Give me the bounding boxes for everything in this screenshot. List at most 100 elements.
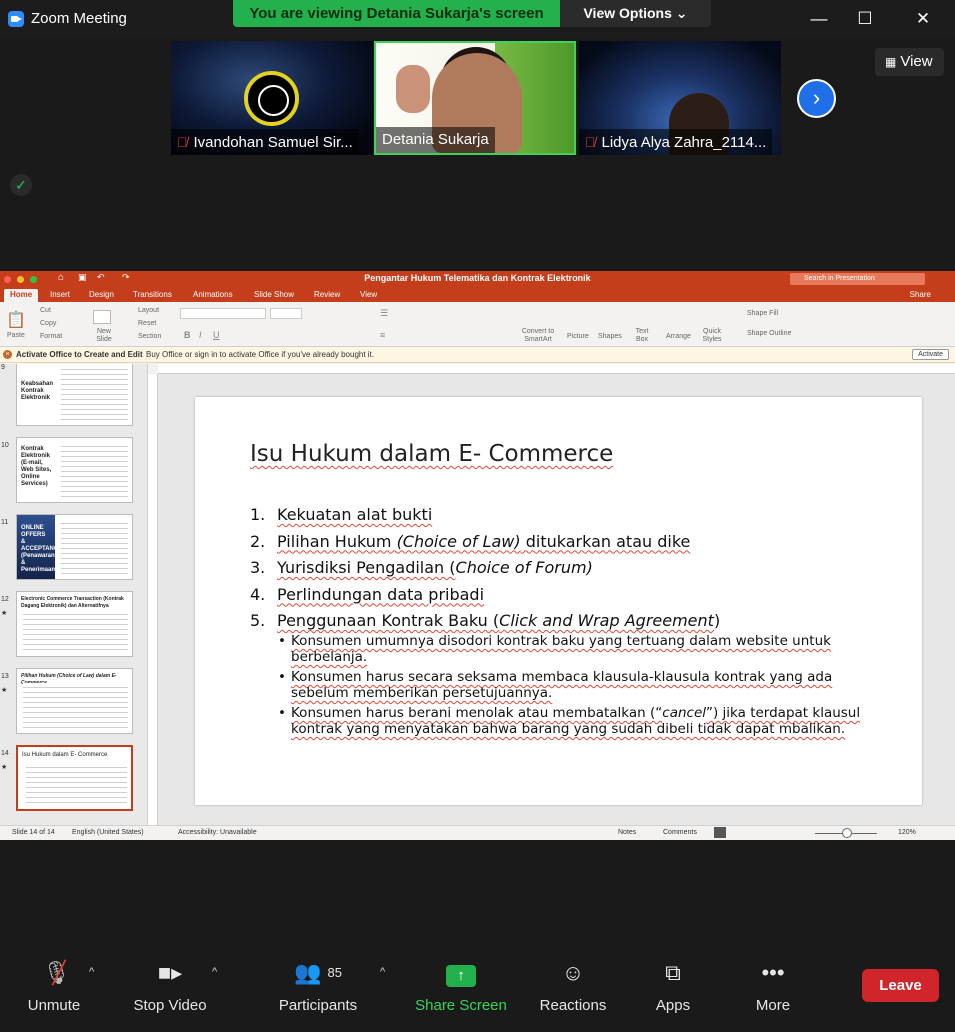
shape-outline-button[interactable]: Shape Outline <box>747 330 791 337</box>
quick-styles-button[interactable]: Quick Styles <box>700 328 724 344</box>
unmute-button[interactable]: 🎙╱ Unmute <box>24 958 84 1014</box>
font-family-select[interactable] <box>180 308 266 319</box>
list-item: 3. Yurisdiksi Pengadilan (Choice of Forum… <box>250 558 890 585</box>
ribbon-home: 📋 Paste Cut Copy Format New Slide Layout… <box>0 302 955 347</box>
star-icon: ★ <box>1 610 8 617</box>
close-icon[interactable]: × <box>3 350 12 359</box>
accessibility-status[interactable]: Accessibility: Unavailable <box>178 826 257 840</box>
align-left-icon[interactable]: ≡ <box>380 330 385 340</box>
share-screen-label: Share Screen <box>415 997 507 1014</box>
participants-button[interactable]: 👥 85 Participants <box>276 958 360 1014</box>
view-options-button[interactable]: View Options ⌄ <box>560 0 711 27</box>
next-page-button[interactable]: › <box>797 79 836 118</box>
list-text-italic: Choice of Forum) <box>455 558 593 577</box>
activate-button[interactable]: Activate <box>912 349 949 360</box>
slide-thumbnail-selected[interactable]: Isu Hukum dalam E- Commerce <box>16 745 133 811</box>
more-button[interactable]: ••• More <box>748 958 798 1014</box>
font-size-select[interactable] <box>270 308 302 319</box>
text-box-button[interactable]: Text Box <box>634 328 650 344</box>
copy-button[interactable]: Copy <box>40 320 56 327</box>
security-shield-icon[interactable]: ✓ <box>10 174 32 196</box>
title-bar: Zoom Meeting You are viewing Detania Suk… <box>0 0 955 38</box>
slide-thumbnail[interactable]: Keabsahan Kontrak Elektronik <box>16 364 133 426</box>
participants-options-chevron-icon[interactable]: ^ <box>380 966 385 978</box>
thumbnail-title: Keabsahan Kontrak Elektronik <box>21 381 54 401</box>
thumbnail-number: 12 <box>1 596 9 603</box>
view-button[interactable]: ▦ View <box>875 48 944 76</box>
participant-tile-active-speaker[interactable]: Detania Sukarja <box>374 41 576 155</box>
participant-tile[interactable]: 🎙̸ Lidya Alya Zahra_2114... <box>579 41 781 155</box>
picture-button[interactable]: Picture <box>567 333 589 340</box>
participant-name-label: 🎙̸ Ivandohan Samuel Sir... <box>171 129 359 155</box>
shape-fill-button[interactable]: Shape Fill <box>747 310 778 317</box>
tab-review[interactable]: Review <box>314 290 340 299</box>
stop-video-button[interactable]: ■▸ Stop Video <box>130 958 210 1014</box>
list-text-italic: Click and Wrap Agreement <box>499 611 714 630</box>
audio-options-chevron-icon[interactable]: ^ <box>89 966 94 978</box>
new-slide-icon[interactable] <box>93 310 111 324</box>
slide[interactable]: Isu Hukum dalam E- Commerce 1. Kekuatan a… <box>195 397 922 805</box>
section-button[interactable]: Section <box>138 333 161 340</box>
format-painter-button[interactable]: Format <box>40 333 62 340</box>
tab-home[interactable]: Home <box>4 289 39 302</box>
close-icon[interactable]: ✕ <box>912 8 934 30</box>
leave-button[interactable]: Leave <box>862 969 939 1002</box>
tab-transitions[interactable]: Transitions <box>133 290 172 299</box>
zoom-level[interactable]: 120% <box>898 826 916 840</box>
italic-icon[interactable]: I <box>199 330 202 340</box>
slide-thumbnail[interactable]: ONLINE OFFERS & ACCEPTANCES (Penawaran &… <box>16 514 133 580</box>
reactions-label: Reactions <box>539 997 607 1014</box>
new-slide-label: New Slide <box>96 328 112 343</box>
paste-label: Paste <box>7 332 25 339</box>
thumbnail-title: ONLINE OFFERS & ACCEPTANCES (Penawaran &… <box>21 525 67 573</box>
search-input[interactable]: Search in Presentation <box>790 273 925 285</box>
maximize-icon[interactable]: ☐ <box>854 8 876 30</box>
bullet-text: Konsumen harus berani menolak atau memba… <box>291 705 663 721</box>
apps-button[interactable]: ⧉ Apps <box>648 958 698 1014</box>
tab-insert[interactable]: Insert <box>50 290 70 299</box>
bullets-icon[interactable]: ☰ <box>380 308 388 319</box>
cut-button[interactable]: Cut <box>40 307 51 314</box>
video-options-chevron-icon[interactable]: ^ <box>212 966 217 978</box>
tab-view[interactable]: View <box>360 290 377 299</box>
layout-button[interactable]: Layout <box>138 307 159 314</box>
arrange-button[interactable]: Arrange <box>666 333 691 340</box>
share-screen-button[interactable]: ↑ Share Screen <box>414 958 508 1014</box>
minimize-icon[interactable]: — <box>808 8 830 30</box>
slide-thumbnail[interactable]: Kontrak Elektronik (E-mail, Web Sites, O… <box>16 437 133 503</box>
list-number: 2. <box>250 531 266 551</box>
bullet-text: Konsumen umumnya disodori kontrak baku y… <box>291 633 831 665</box>
zoom-logo-icon <box>8 11 24 27</box>
tab-slide-show[interactable]: Slide Show <box>254 290 294 299</box>
list-item: 1. Kekuatan alat bukti <box>250 505 890 532</box>
slide-thumbnail[interactable]: Electronic Commerce Transaction (Kontrak… <box>16 591 133 657</box>
shapes-button[interactable]: Shapes <box>598 333 622 340</box>
language: English (United States) <box>72 829 144 836</box>
underline-icon[interactable]: U <box>213 330 220 340</box>
participants-label: Participants <box>278 997 358 1014</box>
notes-button[interactable]: Notes <box>618 826 636 840</box>
profile-logo <box>244 71 299 126</box>
reactions-button[interactable]: ☺ Reactions <box>536 958 610 1014</box>
paste-icon[interactable]: 📋 <box>6 310 26 330</box>
list-number: 4. <box>250 584 266 604</box>
convert-smartart-button[interactable]: Convert to SmartArt <box>518 328 558 344</box>
participant-name: Detania Sukarja <box>382 131 489 148</box>
bold-icon[interactable]: B <box>184 330 191 340</box>
zoom-slider-thumb[interactable] <box>842 828 852 838</box>
activate-title: Activate Office to Create and Edit <box>16 350 143 359</box>
bullet-text-italic: cancel <box>662 705 706 721</box>
participant-tile[interactable]: 🎙̸ Ivandohan Samuel Sir... <box>171 41 373 155</box>
tab-design[interactable]: Design <box>89 290 114 299</box>
list-number: 3. <box>250 558 266 577</box>
reset-button[interactable]: Reset <box>138 320 156 327</box>
tab-animations[interactable]: Animations <box>193 290 233 299</box>
comments-button[interactable]: Comments <box>663 826 697 840</box>
list-text: ) <box>713 611 721 630</box>
thumbnail-text-lines <box>61 442 128 498</box>
video-camera-icon: ■▸ <box>157 960 183 985</box>
slide-thumbnail[interactable]: Pilihan Hukum (Choice of Law) dalam E- C… <box>16 668 133 734</box>
share-button[interactable]: Share <box>910 290 931 299</box>
list-number: 1. <box>250 505 266 524</box>
normal-view-icon[interactable] <box>714 827 726 838</box>
